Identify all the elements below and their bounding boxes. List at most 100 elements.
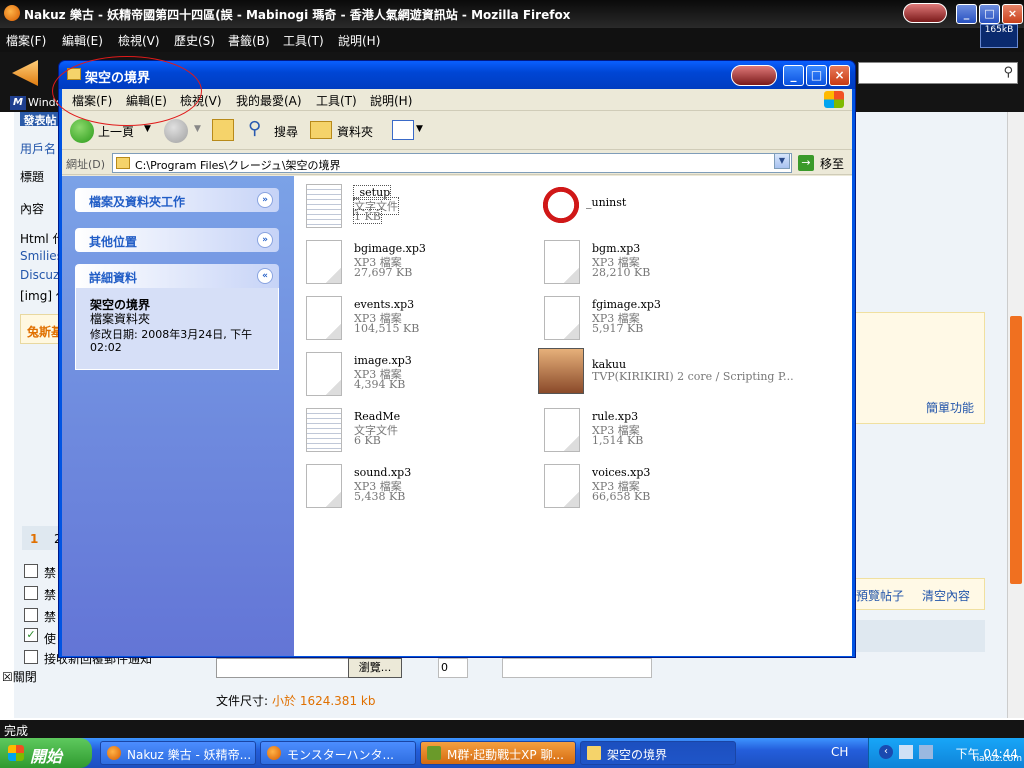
go-button[interactable]: → 移至 [798,153,850,173]
minimize-button[interactable]: _ [956,4,977,24]
file-item[interactable]: kakuu TVP(KIRIKIRI) 2 core / Scripting P… [538,348,838,400]
file-type: TVP(KIRIKIRI) 2 core / Scripting P... [592,370,794,383]
task-label: 架空の境界 [607,748,668,762]
file-size-value: 小於 1624.381 kb [272,694,376,708]
menu-file[interactable]: 檔案(F) [6,32,46,49]
address-input[interactable]: C:\Program Files\クレージュ\架空の境界 [112,153,792,173]
file-size: 6 KB [354,434,381,447]
checkbox-4-checked[interactable]: ✓ [24,628,38,642]
checkbox-1-label: 禁 [44,566,57,580]
file-item[interactable]: events.xp3 XP3 檔案 104,515 KB [306,296,536,348]
search-icon[interactable]: ⚲ [1003,65,1013,80]
menu-help[interactable]: 說明(H) [338,32,380,49]
close-button[interactable]: × [829,65,850,86]
taskbar-item-firefox[interactable]: Nakuz 樂古 - 妖精帝... [100,741,256,765]
file-tasks-header[interactable]: 檔案及資料夾工作 » [75,188,279,212]
file-item[interactable]: _setup 文字文件 1 KB [306,184,536,236]
system-tray: CH ‹ 下午 04:44 nakuz.com [831,738,1024,768]
checkbox-5[interactable] [24,650,38,664]
menu-edit[interactable]: 編輯(E) [62,32,103,49]
smilies-link[interactable]: Smilies [20,249,63,263]
browse-button[interactable]: 瀏覽... [348,658,402,678]
folder-icon [116,157,130,169]
file-icon [544,464,580,508]
forward-arrow-icon[interactable] [164,119,188,143]
msn-icon: M [10,96,26,110]
details-header[interactable]: 詳細資料 « [75,264,279,288]
views-dropdown-icon[interactable]: ▼ [416,124,423,134]
chevron-down-icon[interactable]: » [257,232,273,248]
menu-view[interactable]: 檢視(V) [118,32,160,49]
page-scrollbar-thumb[interactable] [1010,316,1022,584]
search-input[interactable]: ⚲ [858,62,1018,84]
clear-content-link[interactable]: 清空內容 [922,587,970,604]
search-button-label[interactable]: 搜尋 [274,123,298,140]
menu-bookmarks[interactable]: 書籤(B) [228,32,270,49]
page-1[interactable]: 1 [30,532,38,546]
menu-tools[interactable]: 工具(T) [316,92,357,109]
maximize-button[interactable]: □ [806,65,827,86]
file-list: _setup 文字文件 1 KB _uninst bgimage.xp3 XP3… [294,176,852,656]
taskbar-item-monster-hunter[interactable]: モンスターハンタ... [260,741,416,765]
toolbar-pill-icon[interactable] [731,65,777,86]
file-item[interactable]: sound.xp3 XP3 檔案 5,438 KB [306,464,536,516]
taskbar-item-chat[interactable]: M群·起動戰士XP 聊... [420,741,576,765]
taskbar-item-explorer[interactable]: 架空の境界 [580,741,736,765]
file-size-label: 文件尺寸: [216,694,269,708]
expand-tray-icon[interactable]: ‹ [879,745,893,759]
file-item[interactable]: fgimage.xp3 XP3 檔案 5,917 KB [544,296,774,348]
file-item[interactable]: _uninst [538,182,768,234]
maximize-button[interactable]: □ [979,4,1000,24]
file-icon [306,240,342,284]
checkbox-2[interactable] [24,586,38,600]
folder-icon [587,746,601,760]
network-icon[interactable] [899,745,913,759]
close-button[interactable]: × [1002,4,1023,24]
menu-history[interactable]: 歷史(S) [174,32,215,49]
volume-icon[interactable] [919,745,933,759]
folders-button-label[interactable]: 資料夾 [337,123,373,140]
preview-post-link[interactable]: 預覽帖子 [856,587,904,604]
views-icon[interactable] [392,120,414,140]
address-dropdown-icon[interactable]: ▼ [774,153,790,169]
other-places-header[interactable]: 其他位置 » [75,228,279,252]
folder-up-icon[interactable] [212,119,234,141]
back-arrow-icon[interactable] [70,119,94,143]
task-label: モンスターハンタ... [287,748,394,762]
menu-help[interactable]: 說明(H) [370,92,412,109]
file-item[interactable]: voices.xp3 XP3 檔案 66,658 KB [544,464,774,516]
forward-dropdown-icon[interactable]: ▼ [194,124,201,134]
file-item[interactable]: bgimage.xp3 XP3 檔案 27,697 KB [306,240,536,292]
attachment-file-input[interactable] [216,658,352,678]
task-label: M群·起動戰士XP 聊... [447,748,564,762]
tab-post[interactable]: 發表帖 [20,112,60,127]
toolbar-pill-icon[interactable] [903,3,947,23]
file-item[interactable]: rule.xp3 XP3 檔案 1,514 KB [544,408,774,460]
close-checkbox-label[interactable]: ☒關閉 [2,668,37,685]
checkbox-3[interactable] [24,608,38,622]
language-indicator[interactable]: CH [831,745,848,759]
folders-icon[interactable] [310,121,332,139]
checkbox-4-label: 使 [44,632,57,646]
checkbox-1[interactable] [24,564,38,578]
file-icon [544,408,580,452]
back-arrow-icon[interactable] [12,60,38,86]
file-item[interactable]: ReadMe 文字文件 6 KB [306,408,536,460]
chevron-down-icon[interactable]: » [257,192,273,208]
menu-favorites[interactable]: 我的最愛(A) [236,92,302,109]
emoticon-tab[interactable]: 兔斯基 [20,314,63,344]
minimize-button[interactable]: _ [783,65,804,86]
content-label: 內容 [20,202,45,216]
back-dropdown-icon[interactable]: ▼ [144,124,151,134]
read-permission-input[interactable]: 0 [438,658,468,678]
search-icon[interactable]: ⚲ [248,118,261,139]
chevron-up-icon[interactable]: « [257,268,273,284]
detail-kind: 檔案資料夾 [90,312,151,326]
file-item[interactable]: image.xp3 XP3 檔案 4,394 KB [306,352,536,404]
checkbox-3-label: 禁 [44,610,57,624]
attachment-description-input[interactable] [502,658,652,678]
file-item[interactable]: bgm.xp3 XP3 檔案 28,210 KB [544,240,774,292]
start-button[interactable]: 開始 [0,738,92,768]
menu-tools[interactable]: 工具(T) [283,32,324,49]
simple-mode-link[interactable]: 簡單功能 [926,399,974,416]
